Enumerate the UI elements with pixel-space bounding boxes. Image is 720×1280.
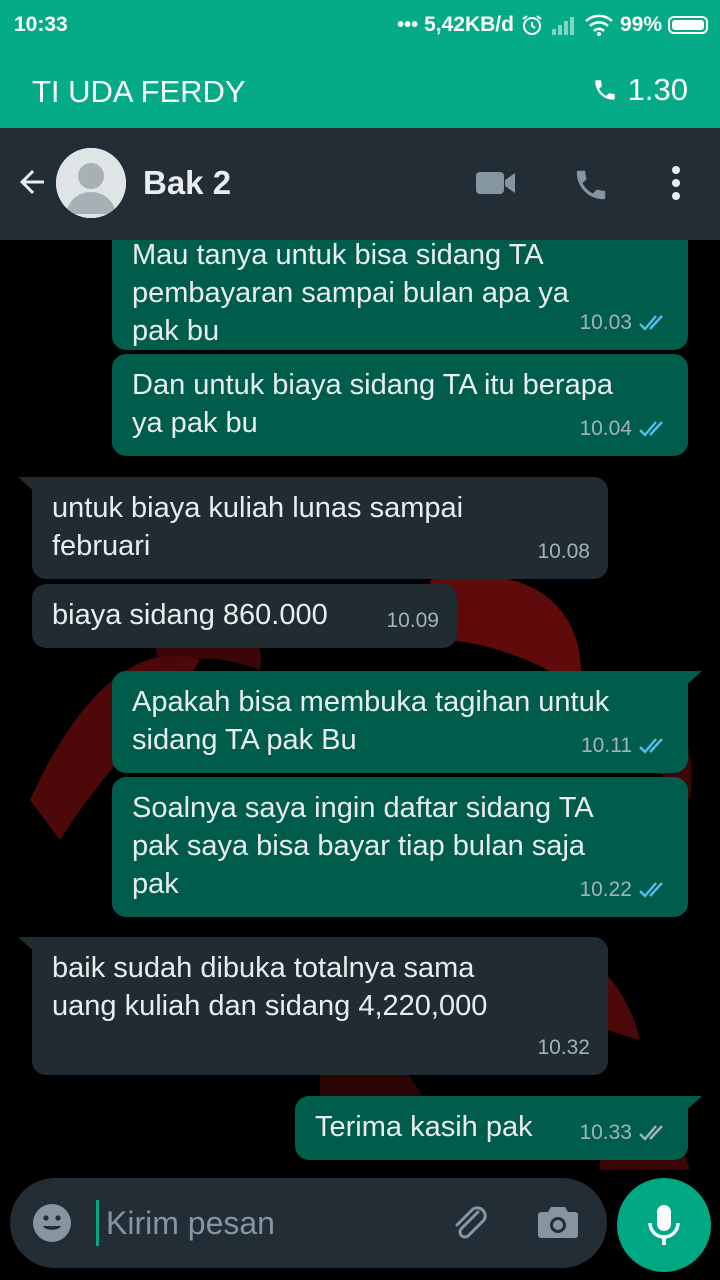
- delivered-receipt-icon: [639, 1125, 663, 1141]
- call-duration-text: 1.30: [627, 72, 688, 107]
- status-time: 10:33: [14, 13, 68, 36]
- message-text-line: Apakah bisa membuka tagihan untuk: [132, 686, 610, 718]
- message-text-line: Dan untuk biaya sidang TA itu berapa: [132, 369, 613, 401]
- message-composer: Kirim pesan: [10, 1178, 607, 1268]
- voice-message-button[interactable]: [617, 1178, 711, 1272]
- message-time: 10.08: [537, 540, 590, 563]
- read-receipt-icon: [639, 315, 663, 331]
- message-time: 10.11: [581, 734, 632, 757]
- more-notifications-icon: •••: [397, 13, 419, 36]
- signal-icon: [551, 17, 574, 35]
- message-incoming[interactable]: biaya sidang 860.000 10.09: [32, 584, 457, 648]
- message-incoming[interactable]: baik sudah dibuka totalnya sama uang kul…: [32, 937, 608, 1075]
- read-receipt-icon: [639, 421, 663, 437]
- message-meta: 10.33: [579, 1114, 670, 1152]
- status-bar: 10:33 ••• 5,42KB/d 99%: [0, 0, 720, 52]
- avatar[interactable]: [56, 148, 126, 218]
- message-text-line: Mau tanya untuk bisa sidang TA: [132, 240, 544, 271]
- ongoing-call-banner[interactable]: TI UDA FERDY 1.30: [0, 52, 720, 128]
- message-time: 10.03: [579, 311, 632, 334]
- attach-icon[interactable]: [448, 1203, 492, 1243]
- alarm-icon: [522, 15, 542, 35]
- message-text-line: biaya sidang 860.000: [52, 599, 328, 631]
- message-list[interactable]: Mau tanya untuk bisa sidang TA pembayara…: [0, 240, 720, 1170]
- read-receipt-icon: [639, 738, 663, 754]
- message-outgoing[interactable]: Apakah bisa membuka tagihan untuk sidang…: [112, 671, 688, 773]
- message-text-line: pak saya bisa bayar tiap bulan saja: [132, 830, 586, 862]
- emoji-icon[interactable]: [32, 1203, 72, 1243]
- message-incoming[interactable]: untuk biaya kuliah lunas sampai februari…: [32, 477, 608, 579]
- message-time: 10.22: [579, 878, 632, 901]
- contact-name[interactable]: Bak 2: [143, 164, 231, 202]
- message-meta: 10.09: [386, 602, 439, 640]
- message-time: 10.33: [579, 1121, 632, 1144]
- back-arrow-icon[interactable]: [14, 164, 50, 200]
- status-icons: ••• 5,42KB/d 99%: [397, 13, 708, 37]
- message-text-line: untuk biaya kuliah lunas sampai: [52, 492, 464, 524]
- battery-icon: [668, 16, 708, 34]
- call-duration: 1.30: [592, 72, 688, 108]
- voice-call-icon[interactable]: [572, 166, 610, 204]
- message-outgoing[interactable]: Soalnya saya ingin daftar sidang TA pak …: [112, 777, 688, 917]
- call-name: TI UDA FERDY: [32, 74, 246, 109]
- video-call-icon[interactable]: [475, 168, 517, 198]
- phone-icon: [594, 80, 615, 100]
- message-meta: 10.22: [579, 871, 670, 909]
- text-cursor: [96, 1200, 99, 1246]
- message-outgoing[interactable]: Mau tanya untuk bisa sidang TA pembayara…: [112, 240, 688, 350]
- microphone-icon: [648, 1205, 680, 1245]
- message-time: 10.09: [386, 609, 439, 632]
- wifi-icon: [585, 14, 613, 36]
- message-outgoing[interactable]: Dan untuk biaya sidang TA itu berapa ya …: [112, 354, 688, 456]
- chat-header: Bak 2: [0, 128, 720, 240]
- message-text-line: Soalnya saya ingin daftar sidang TA: [132, 792, 594, 824]
- message-meta: 10.08: [537, 533, 590, 571]
- more-options-icon[interactable]: [666, 164, 686, 202]
- battery-percent: 99%: [619, 13, 662, 36]
- network-speed: 5,42KB/d: [424, 13, 514, 36]
- message-time: 10.32: [537, 1036, 590, 1059]
- message-time: 10.04: [579, 417, 632, 440]
- message-text-line: februari: [52, 530, 151, 562]
- message-input[interactable]: Kirim pesan: [106, 1205, 275, 1242]
- message-meta: 10.32: [537, 1029, 590, 1067]
- camera-icon[interactable]: [537, 1203, 579, 1241]
- message-meta: 10.04: [579, 410, 670, 448]
- message-text-line: uang kuliah dan sidang 4,220,000: [52, 990, 488, 1022]
- read-receipt-icon: [639, 882, 663, 898]
- message-meta: 10.11: [581, 727, 670, 765]
- default-avatar-icon: [56, 148, 126, 218]
- message-text-line: baik sudah dibuka totalnya sama: [52, 952, 475, 984]
- message-meta: 10.03: [579, 304, 670, 342]
- message-outgoing[interactable]: Terima kasih pak 10.33: [295, 1096, 688, 1160]
